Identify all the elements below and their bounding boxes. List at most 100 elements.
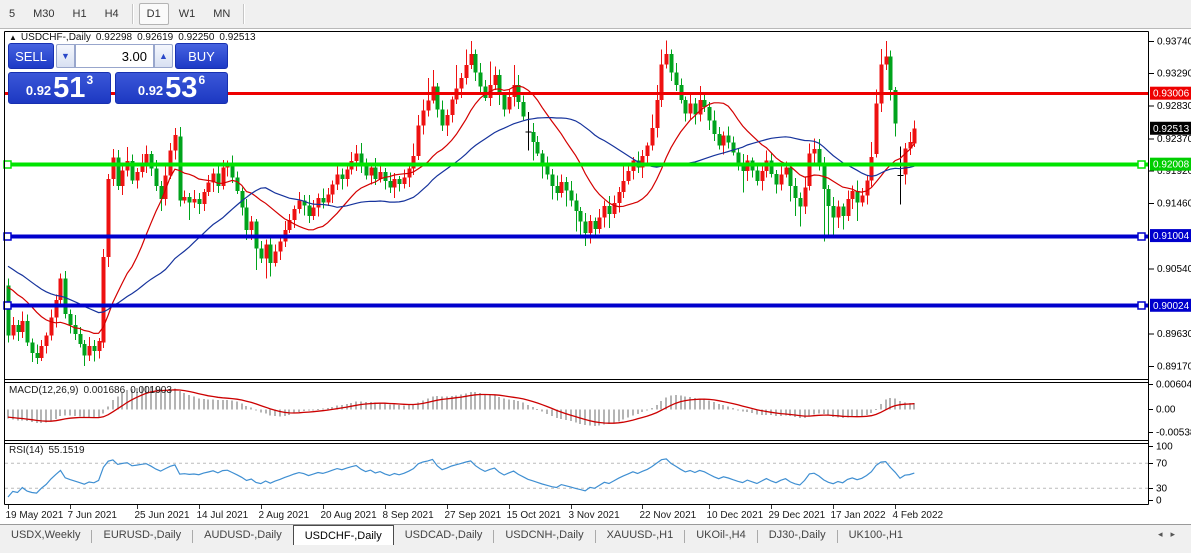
hline-handle[interactable] xyxy=(1137,301,1146,310)
price-tick-label: 0.92830 xyxy=(1157,101,1191,112)
date-tick-label: 8 Sep 2021 xyxy=(383,510,435,521)
date-tick-label: 27 Sep 2021 xyxy=(445,510,502,521)
price-tick-label: 0.91460 xyxy=(1157,199,1191,210)
hline-handle[interactable] xyxy=(3,301,12,310)
price-tick-label: 0.89630 xyxy=(1157,329,1191,340)
chart-symbol-label: USDCHF-,Daily xyxy=(20,32,91,43)
volume-decrease-button[interactable]: ▼ xyxy=(56,44,75,68)
tab-audusd-daily[interactable]: AUDUSD-,Daily xyxy=(193,525,293,544)
date-tick-label: 29 Dec 2021 xyxy=(769,510,826,521)
ohlc-open: 0.92298 xyxy=(95,32,133,43)
date-tick-label: 3 Nov 2021 xyxy=(569,510,621,521)
rsi-label: RSI(14) 55.1519 xyxy=(9,445,90,456)
mt4-terminal-window: { "toolbar": { "items": [ {"label":"5","… xyxy=(0,0,1191,553)
chart-title: ▲ USDCHF-,Daily 0.92298 0.92619 0.92250 0.925… xyxy=(9,32,261,43)
date-tick-label: 15 Oct 2021 xyxy=(507,510,562,521)
tab-scroll-right-icon[interactable]: ▸ xyxy=(1170,529,1183,539)
macd-name: MACD(12,26,9) xyxy=(9,385,79,396)
price-tick-label: 0.93740 xyxy=(1157,37,1191,48)
tab-usdx-weekly[interactable]: USDX,Weekly xyxy=(0,525,91,544)
buy-button[interactable]: BUY xyxy=(175,43,228,69)
svg-text:0.91004: 0.91004 xyxy=(1153,231,1190,242)
price-badge-0.92513: 0.92513 xyxy=(1150,121,1191,135)
date-tick-label: 14 Jul 2021 xyxy=(197,510,249,521)
date-tick-label: 7 Jun 2021 xyxy=(68,510,118,521)
timeframe-button-5[interactable]: 5 xyxy=(1,3,23,25)
timeframe-button-w1[interactable]: W1 xyxy=(171,3,204,25)
macd-main-value: 0.001686 xyxy=(83,385,126,396)
tab-eurusd-daily[interactable]: EURUSD-,Daily xyxy=(92,525,192,544)
rsi-value: 55.1519 xyxy=(48,445,85,456)
price-axis[interactable]: 0.937400.932900.928300.923700.919200.914… xyxy=(1149,37,1191,507)
tab-scroll-arrows: ◂▸ xyxy=(1158,529,1183,540)
buy-price-big: 53 xyxy=(165,72,198,104)
svg-text:0.93006: 0.93006 xyxy=(1153,89,1190,100)
tab-xauusd-h1[interactable]: XAUUSD-,H1 xyxy=(596,525,685,544)
macd-label: MACD(12,26,9) 0.001686 0.001903 xyxy=(9,385,177,396)
tab-dj30-daily[interactable]: DJ30-,Daily xyxy=(758,525,837,544)
macd-signal-value: 0.001903 xyxy=(130,385,172,396)
buy-price-display[interactable]: 0.92 53 6 xyxy=(115,72,228,104)
indicator-tick-label: 0 xyxy=(1156,496,1162,507)
price-tick-label: 0.93290 xyxy=(1157,69,1191,80)
collapse-panel-icon[interactable]: ▲ xyxy=(9,33,17,42)
chart-tab-bar: USDX,Weekly EURUSD-,Daily AUDUSD-,Daily USD… xyxy=(0,524,1191,553)
hline-handle[interactable] xyxy=(3,160,12,169)
timeframe-button-h4[interactable]: H4 xyxy=(97,3,127,25)
sell-price-pip: 3 xyxy=(86,73,94,87)
hline-handle[interactable] xyxy=(3,232,12,241)
sell-price-display[interactable]: 0.92 51 3 xyxy=(8,72,111,104)
date-tick-label: 4 Feb 2022 xyxy=(893,510,944,521)
buy-price-base: 0.92 xyxy=(137,83,164,98)
rsi-name: RSI(14) xyxy=(9,445,44,456)
indicator-tick-label: 100 xyxy=(1156,442,1173,453)
price-tick-label: 0.92370 xyxy=(1157,134,1191,145)
indicator-tick-label: -0.005383 xyxy=(1156,428,1191,439)
hline-handle[interactable] xyxy=(1137,160,1146,169)
tab-usdcad-daily[interactable]: USDCAD-,Daily xyxy=(394,525,494,544)
price-badge-0.92008: 0.92008 xyxy=(1150,157,1191,171)
date-tick-label: 19 May 2021 xyxy=(6,510,64,521)
one-click-trading-panel: SELL ▼ ▲ BUY 0.92 51 3 0.92 53 6 xyxy=(8,43,228,104)
timeframe-button-mn[interactable]: MN xyxy=(205,3,238,25)
tab-uk100-h1[interactable]: UK100-,H1 xyxy=(838,525,914,544)
buy-price-pip: 6 xyxy=(198,73,206,87)
timeframe-toolbar: 5 M30 H1 H4 D1 W1 MN xyxy=(0,0,1191,29)
timeframe-button-m30[interactable]: M30 xyxy=(25,3,62,25)
price-badge-0.93006: 0.93006 xyxy=(1150,86,1191,100)
toolbar-separator xyxy=(243,4,246,24)
date-tick-label: 22 Nov 2021 xyxy=(640,510,697,521)
timeframe-button-d1[interactable]: D1 xyxy=(138,3,169,25)
tab-scroll-left-icon[interactable]: ◂ xyxy=(1158,529,1171,539)
date-tick-label: 17 Jan 2022 xyxy=(831,510,886,521)
timeframe-button-h1[interactable]: H1 xyxy=(65,3,95,25)
toolbar-separator xyxy=(131,4,134,24)
svg-text:0.92008: 0.92008 xyxy=(1153,160,1190,171)
date-tick-label: 20 Aug 2021 xyxy=(321,510,378,521)
date-tick-label: 10 Dec 2021 xyxy=(707,510,764,521)
tab-usdcnh-daily[interactable]: USDCNH-,Daily xyxy=(494,525,594,544)
sell-button[interactable]: SELL xyxy=(8,43,54,69)
tab-ukoil-h4[interactable]: UKOil-,H4 xyxy=(685,525,757,544)
price-tick-label: 0.90540 xyxy=(1157,264,1191,275)
volume-increase-button[interactable]: ▲ xyxy=(154,44,173,68)
indicator-tick-label: 70 xyxy=(1156,459,1168,470)
svg-text:0.90024: 0.90024 xyxy=(1153,301,1190,312)
hline-handle[interactable] xyxy=(1137,232,1146,241)
sell-price-base: 0.92 xyxy=(25,83,52,98)
price-tick-label: 0.89170 xyxy=(1157,362,1191,373)
ohlc-close: 0.92513 xyxy=(219,32,256,43)
date-tick-label: 25 Jun 2021 xyxy=(135,510,190,521)
sell-price-big: 51 xyxy=(53,72,86,104)
volume-input[interactable] xyxy=(75,44,154,68)
svg-text:0.92513: 0.92513 xyxy=(1153,124,1190,135)
date-tick-label: 2 Aug 2021 xyxy=(259,510,310,521)
tab-usdchf-daily[interactable]: USDCHF-,Daily xyxy=(292,525,394,545)
indicator-tick-label: 30 xyxy=(1156,484,1168,495)
indicator-tick-label: 0.00 xyxy=(1156,405,1176,416)
ohlc-high: 0.92619 xyxy=(137,32,174,43)
price-badge-0.90024: 0.90024 xyxy=(1150,298,1191,312)
date-axis[interactable]: 19 May 2021 7 Jun 2021 25 Jun 2021 14 Jul 2… xyxy=(6,505,944,521)
indicator-tick-label: 0.006045 xyxy=(1156,380,1191,391)
ohlc-low: 0.92250 xyxy=(178,32,215,43)
